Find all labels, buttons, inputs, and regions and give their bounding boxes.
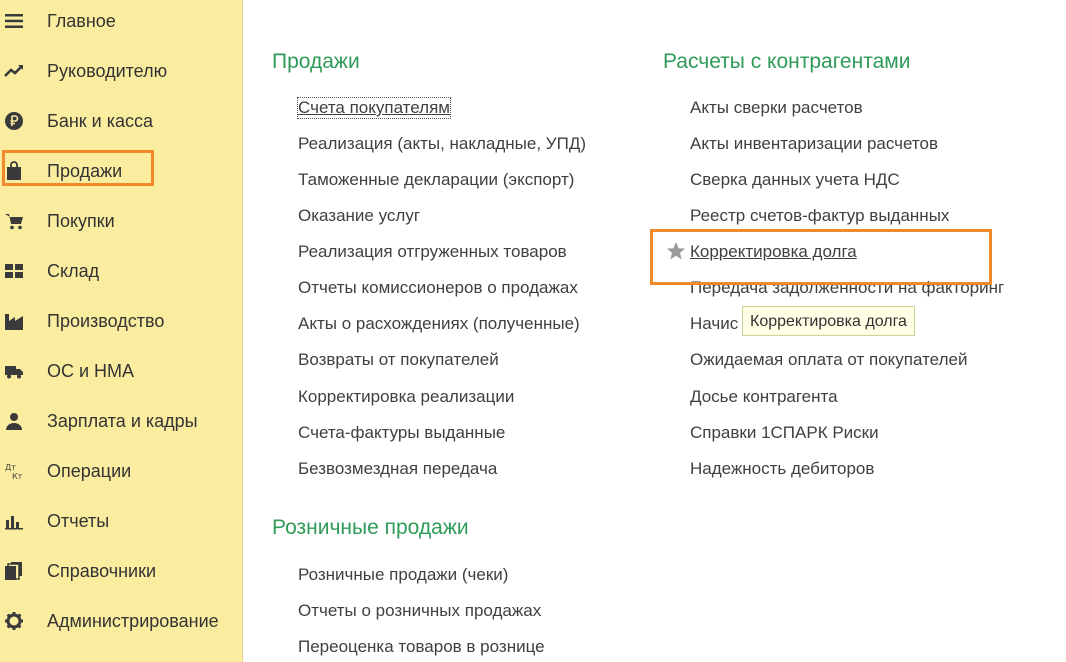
sidebar-item-operations[interactable]: Дт Кт Операции — [0, 450, 243, 492]
sidebar-item-warehouse[interactable]: Склад — [0, 250, 243, 292]
svg-text:Дт: Дт — [5, 463, 16, 472]
link-retail-reports[interactable]: Отчеты о розничных продажах — [298, 601, 541, 621]
sidebar-item-label: Склад — [47, 260, 100, 281]
link-vat-reconciliation[interactable]: Сверка данных учета НДС — [690, 170, 900, 190]
sidebar-item-purchases[interactable]: Покупки — [0, 200, 243, 242]
link-retail-receipts[interactable]: Розничные продажи (чеки) — [298, 565, 508, 585]
section-title-settlements: Расчеты с контрагентами — [663, 50, 911, 73]
tooltip: Корректировка долга — [742, 306, 915, 336]
sidebar-item-references[interactable]: Справочники — [0, 550, 243, 592]
sidebar-item-reports[interactable]: Отчеты — [0, 500, 243, 542]
link-debtor-reliability[interactable]: Надежность дебиторов — [690, 459, 874, 479]
link-debt-correction[interactable]: Корректировка долга — [690, 242, 857, 262]
link-discrepancy-acts[interactable]: Акты о расхождениях (полученные) — [298, 314, 580, 334]
sidebar-item-label: Отчеты — [47, 510, 110, 531]
svg-text:Кт: Кт — [12, 472, 23, 481]
debit-credit-icon: Дт Кт — [5, 463, 23, 481]
sidebar-item-label: Банк и касса — [47, 110, 153, 131]
gear-icon — [5, 612, 23, 630]
link-issued-invoices[interactable]: Счета-фактуры выданные — [298, 423, 505, 443]
link-reconciliation-acts[interactable]: Акты сверки расчетов — [690, 98, 863, 118]
sidebar-item-label: Продажи — [47, 160, 123, 181]
sidebar-item-sales[interactable]: Продажи — [0, 150, 243, 192]
link-customer-invoices[interactable]: Счета покупателям — [297, 97, 451, 119]
link-sales-correction[interactable]: Корректировка реализации — [298, 387, 514, 407]
sidebar-item-bank[interactable]: Банк и касса — [0, 100, 243, 142]
link-shipped-goods-sales[interactable]: Реализация отгруженных товаров — [298, 242, 567, 262]
link-expected-payment[interactable]: Ожидаемая оплата от покупателей — [690, 350, 967, 370]
warehouse-icon — [5, 264, 23, 278]
sidebar-item-label: Покупки — [47, 210, 115, 231]
link-invoice-register[interactable]: Реестр счетов-фактур выданных — [690, 206, 949, 226]
sidebar-item-label: Операции — [47, 460, 132, 481]
link-customer-returns[interactable]: Возвраты от покупателей — [298, 350, 499, 370]
link-spark-risks[interactable]: Справки 1СПАРК Риски — [690, 423, 879, 443]
books-icon — [5, 562, 22, 580]
sidebar-item-label: ОС и НМА — [47, 360, 135, 381]
sidebar-item-admin[interactable]: Администрирование — [0, 600, 243, 642]
link-factoring-transfer[interactable]: Передача задолженности на факторинг — [690, 278, 1004, 298]
person-icon — [6, 413, 22, 430]
sidebar-item-fixed-assets[interactable]: ОС и НМА — [0, 350, 243, 392]
trend-icon — [4, 65, 23, 77]
sidebar-item-label: Главное — [47, 10, 116, 31]
sidebar-item-label: Администрирование — [47, 610, 219, 631]
sidebar: Главное Руководителю Банк и касса Продаж… — [0, 0, 243, 662]
link-accruals[interactable]: Начис — [690, 314, 738, 334]
ruble-icon — [5, 112, 23, 130]
bar-chart-icon — [5, 516, 23, 530]
cart-icon — [5, 214, 23, 230]
link-customs-declarations[interactable]: Таможенные декларации (экспорт) — [298, 170, 574, 190]
truck-icon — [5, 366, 23, 379]
sidebar-item-label: Производство — [47, 310, 165, 331]
sidebar-item-production[interactable]: Производство — [0, 300, 243, 342]
sidebar-item-manager[interactable]: Руководителю — [0, 50, 243, 92]
link-sales-acts[interactable]: Реализация (акты, накладные, УПД) — [298, 134, 586, 154]
sidebar-item-label: Зарплата и кадры — [47, 410, 198, 431]
section-title-sales: Продажи — [272, 50, 360, 73]
link-services[interactable]: Оказание услуг — [298, 206, 420, 226]
sidebar-item-label: Справочники — [47, 560, 157, 581]
sidebar-item-main[interactable]: Главное — [0, 0, 243, 42]
section-title-retail: Розничные продажи — [272, 516, 469, 539]
sidebar-item-label: Руководителю — [47, 60, 168, 81]
star-icon[interactable] — [666, 241, 686, 261]
link-inventory-acts[interactable]: Акты инвентаризации расчетов — [690, 134, 938, 154]
link-free-transfer[interactable]: Безвозмездная передача — [298, 459, 497, 479]
link-retail-revaluation[interactable]: Переоценка товаров в рознице — [298, 637, 545, 657]
shopping-bag-icon — [7, 161, 21, 180]
menu-icon — [5, 14, 23, 28]
link-commission-reports[interactable]: Отчеты комиссионеров о продажах — [298, 278, 578, 298]
link-counterparty-dossier[interactable]: Досье контрагента — [690, 387, 838, 407]
sidebar-item-salary[interactable]: Зарплата и кадры — [0, 400, 243, 442]
factory-icon — [5, 314, 23, 330]
